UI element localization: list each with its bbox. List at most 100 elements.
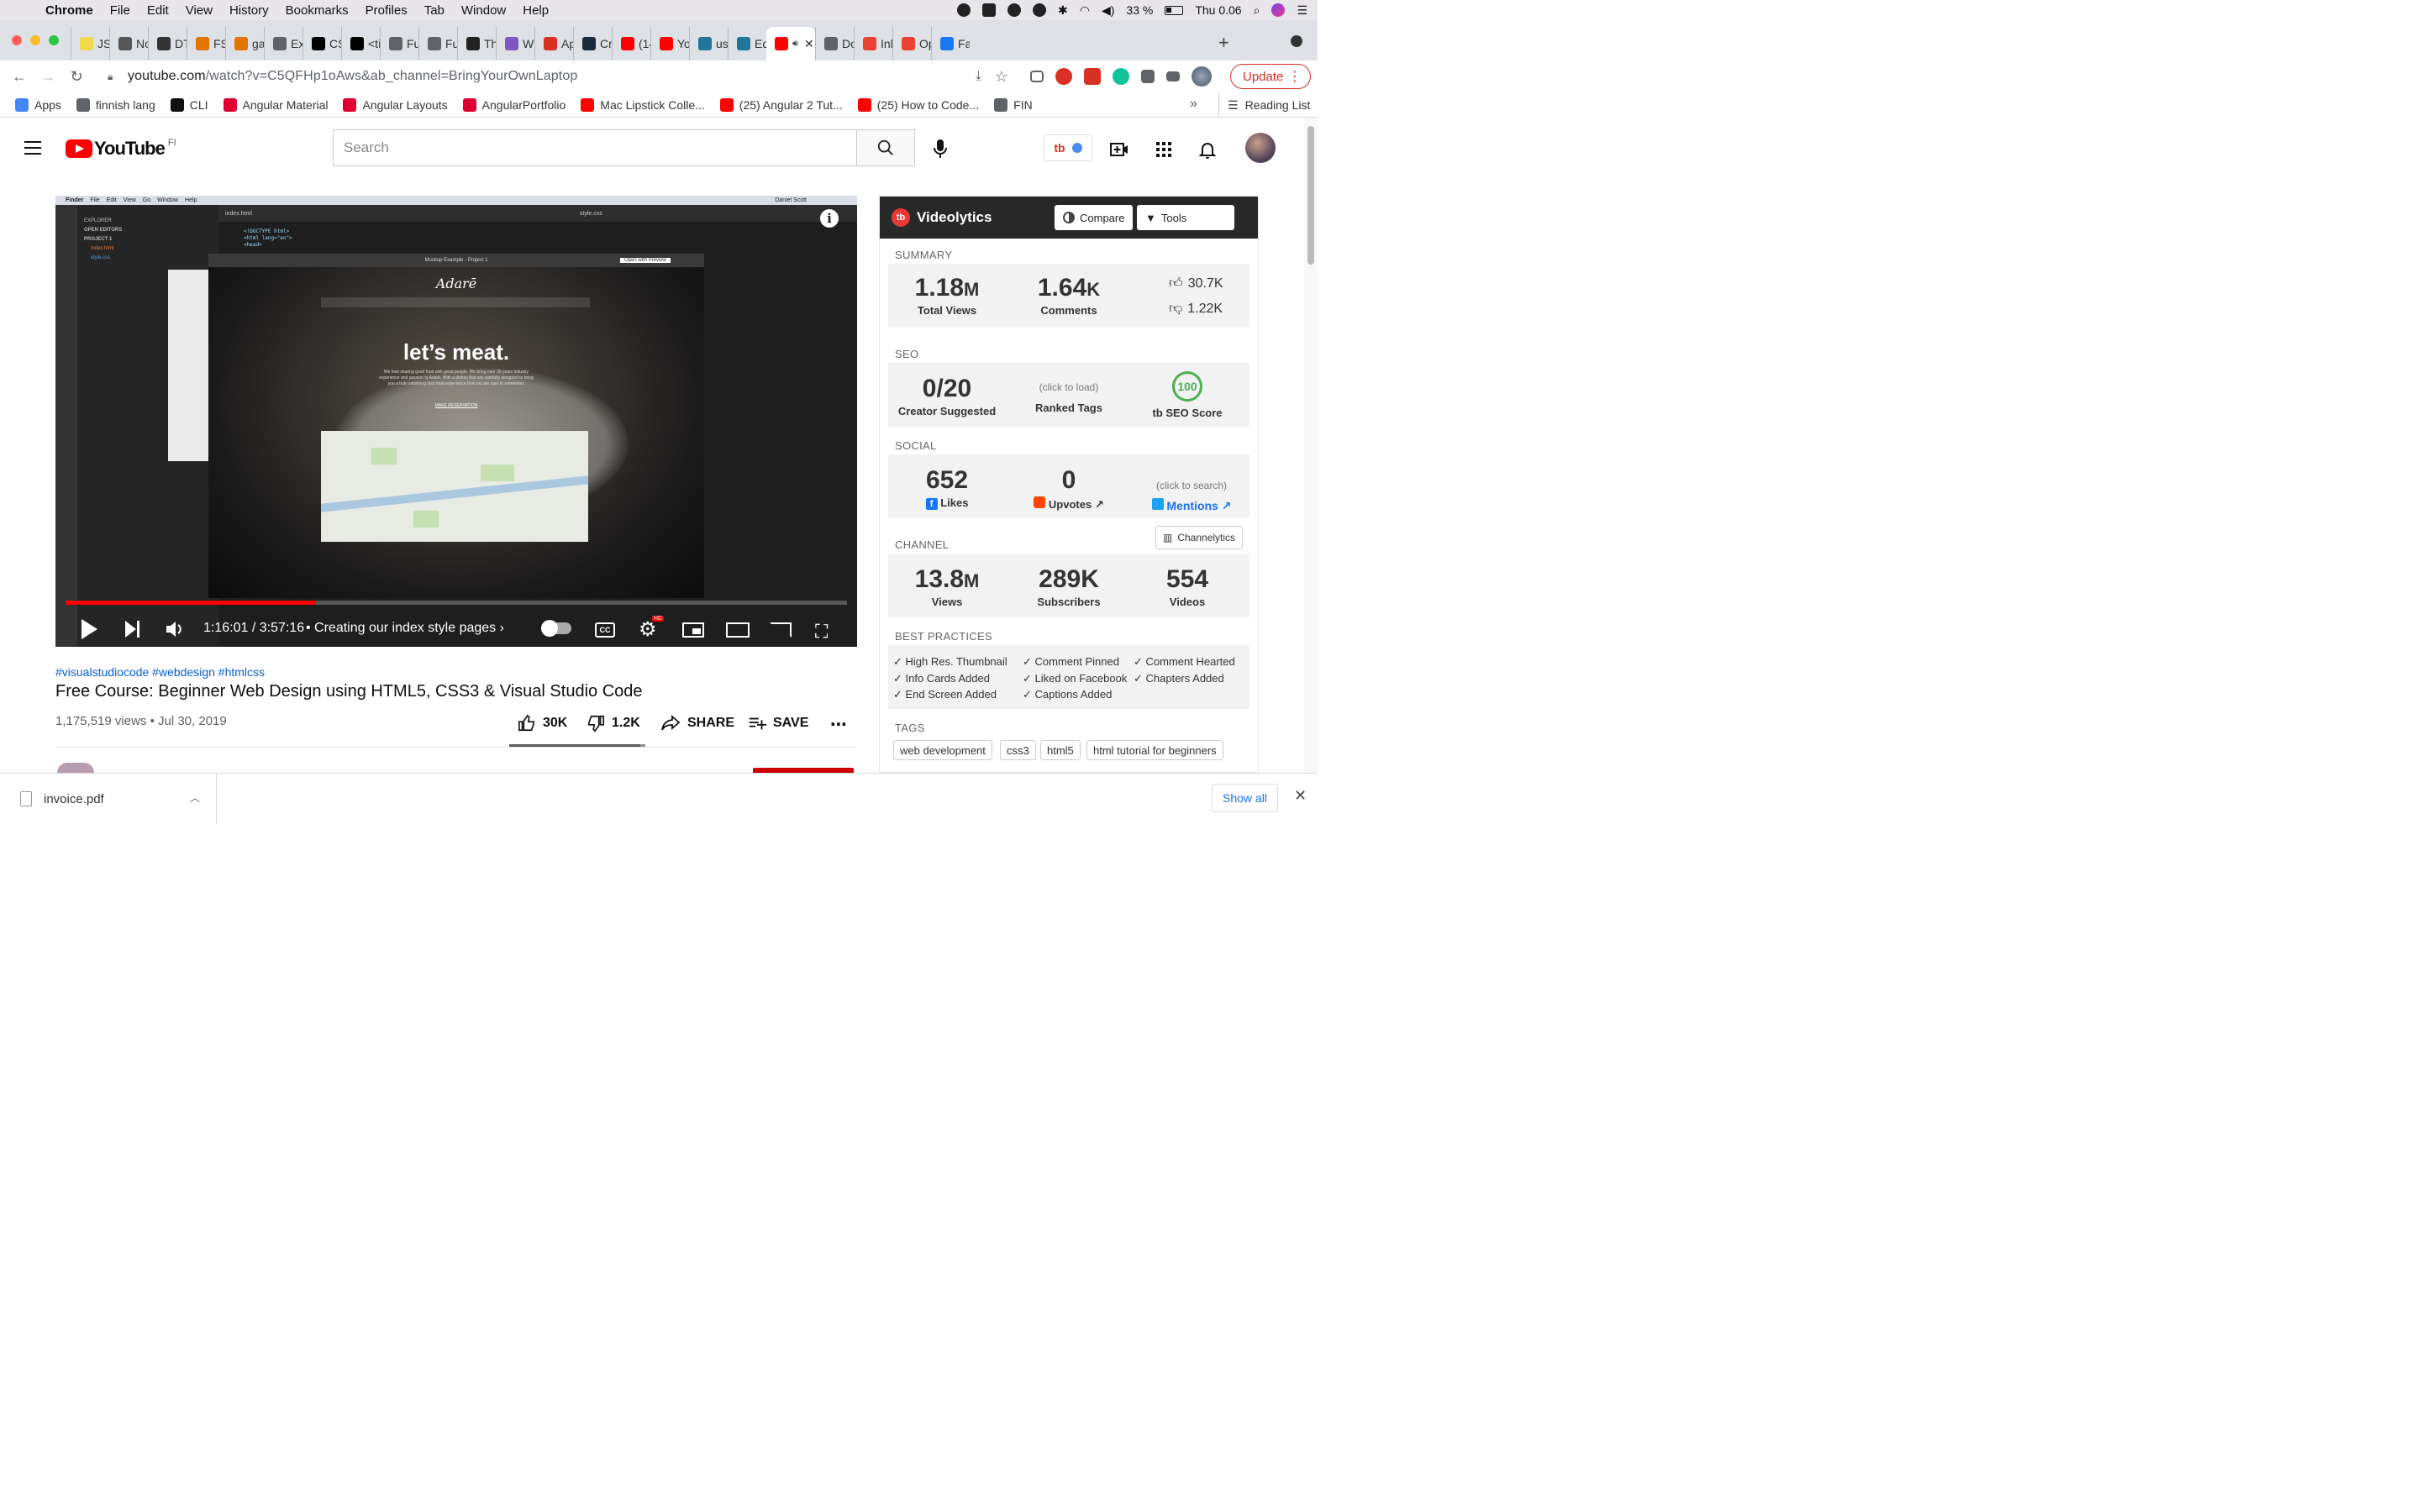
address-bar[interactable]: 🔒︎ youtube.com/watch?v=C5QFHp1oAws&ab_ch… <box>99 63 1015 90</box>
cast-extension-icon[interactable] <box>1030 71 1044 82</box>
menu-profiles[interactable]: Profiles <box>357 3 416 18</box>
info-icon[interactable]: i <box>820 209 839 228</box>
clock[interactable]: Thu 0.06 <box>1195 3 1241 17</box>
theater-mode-icon[interactable] <box>726 622 750 638</box>
notifications-bell-icon[interactable] <box>1197 139 1218 160</box>
status-app-icon[interactable] <box>1033 3 1047 17</box>
minimize-window-button[interactable] <box>30 35 40 45</box>
status-app-icon[interactable] <box>957 3 971 17</box>
new-tab-button[interactable]: + <box>1218 32 1229 54</box>
browser-tab[interactable]: FS <box>187 27 225 60</box>
bookmark-item[interactable]: AngularPortfolio <box>462 97 566 112</box>
profile-avatar[interactable] <box>1192 66 1212 87</box>
browser-tab[interactable]: Inl <box>854 27 892 60</box>
wifi-icon[interactable]: ◠ <box>1080 3 1090 18</box>
reddit-upvotes-stat[interactable]: 0 Upvotes ↗ <box>1023 466 1115 512</box>
status-app-icon[interactable] <box>1007 3 1022 17</box>
browser-tab[interactable]: Fu <box>380 27 418 60</box>
create-video-icon[interactable] <box>1109 139 1129 160</box>
bookmark-item[interactable]: Mac Lipstick Colle... <box>581 97 705 112</box>
ranked-tags-stat[interactable]: (click to load) Ranked Tags <box>1023 381 1115 414</box>
dislike-button[interactable]: 1.2K <box>587 714 640 732</box>
browser-tab[interactable]: Ex <box>264 27 302 60</box>
bookmark-item[interactable]: Apps <box>15 97 61 112</box>
siri-icon[interactable] <box>1271 3 1286 17</box>
browser-tab[interactable]: DT <box>148 27 187 60</box>
save-button[interactable]: SAVE <box>748 714 808 732</box>
menu-tab[interactable]: Tab <box>416 3 453 18</box>
tools-button[interactable]: ▼ Tools <box>1137 205 1234 230</box>
video-progress-bar[interactable] <box>66 601 847 605</box>
close-icon[interactable]: ✕ <box>1294 787 1307 805</box>
bookmark-star-icon[interactable]: ☆ <box>995 68 1008 86</box>
bluetooth-icon[interactable]: ✱ <box>1058 3 1068 18</box>
browser-tab[interactable]: ga <box>225 27 264 60</box>
menu-history[interactable]: History <box>221 3 277 18</box>
youtube-logo[interactable]: YouTube FI <box>66 138 176 160</box>
search-input[interactable]: Search <box>333 129 857 166</box>
browser-tab[interactable]: Do <box>815 27 854 60</box>
video-hashtags[interactable]: #visualstudiocode #webdesign #htmlcss <box>55 665 265 679</box>
browser-tab[interactable]: <ti <box>341 27 380 60</box>
reading-list-button[interactable]: ☰ Reading List <box>1218 92 1310 118</box>
show-all-downloads-button[interactable]: Show all <box>1212 784 1278 812</box>
menu-icon[interactable] <box>24 141 41 155</box>
next-icon[interactable] <box>123 617 143 641</box>
bookmark-item[interactable]: (25) How to Code... <box>857 97 979 112</box>
share-button[interactable]: SHARE <box>660 714 734 732</box>
captions-icon[interactable]: CC <box>595 622 615 638</box>
zoom-window-button[interactable] <box>49 35 59 45</box>
back-button[interactable]: ← <box>5 68 34 86</box>
bookmark-item[interactable]: (25) Angular 2 Tut... <box>719 97 843 112</box>
page-scrollbar[interactable] <box>1304 118 1318 773</box>
audio-playing-icon[interactable]: 🔊︎ <box>792 39 798 50</box>
tubebuddy-button[interactable]: tb <box>1044 134 1092 161</box>
control-center-icon[interactable]: ☰ <box>1297 3 1307 18</box>
menu-view[interactable]: View <box>177 3 221 18</box>
bookmark-item[interactable]: finnish lang <box>76 97 155 112</box>
browser-tab[interactable]: No <box>109 27 148 60</box>
browser-tab[interactable]: CS <box>302 27 341 60</box>
fullscreen-icon[interactable]: ⛶ <box>815 621 828 643</box>
install-icon[interactable]: ⤓ <box>976 69 981 84</box>
volume-icon[interactable] <box>165 617 185 641</box>
video-player[interactable]: Finder File Edit View Go Window Help Daniel Sco… <box>55 196 857 647</box>
browser-tab[interactable]: Op <box>892 27 931 60</box>
tubebuddy-extension-icon[interactable] <box>1084 68 1101 85</box>
tab-search-icon[interactable] <box>1291 35 1302 47</box>
battery-icon[interactable] <box>1165 5 1184 15</box>
browser-tab[interactable]: JS <box>71 27 109 60</box>
cast-icon[interactable] <box>770 622 792 638</box>
menu-window[interactable]: Window <box>453 3 514 18</box>
browser-tab[interactable]: (14 <box>612 27 650 60</box>
browser-tab[interactable]: W <box>496 27 534 60</box>
autoplay-toggle[interactable] <box>541 620 571 637</box>
bookmark-item[interactable]: FIN <box>994 97 1033 112</box>
more-actions-icon[interactable]: ⋯ <box>830 714 847 735</box>
url-text[interactable]: youtube.com/watch?v=C5QFHp1oAws&ab_chann… <box>128 69 577 84</box>
lock-icon[interactable]: 🔒︎ <box>108 71 119 82</box>
browser-tab[interactable]: Fa <box>931 27 970 60</box>
browser-tab-active[interactable]: 🔊︎ ✕ <box>766 27 815 60</box>
chapter-title[interactable]: • Creating our index style pages › <box>306 621 504 636</box>
update-button[interactable]: Update ⋮ <box>1230 64 1311 89</box>
bookmarks-overflow-icon[interactable]: » <box>1190 97 1197 112</box>
bookmark-item[interactable]: Angular Layouts <box>343 97 448 112</box>
browser-tab[interactable]: Th <box>457 27 496 60</box>
tag-chip[interactable]: css3 <box>1000 740 1036 760</box>
compare-button[interactable]: Compare <box>1055 205 1134 230</box>
puzzle-extensions-icon[interactable] <box>1141 70 1155 83</box>
close-window-button[interactable] <box>12 35 22 45</box>
bookmark-item[interactable]: Angular Material <box>223 97 328 112</box>
browser-tab[interactable]: Ap <box>534 27 573 60</box>
reading-mode-icon[interactable] <box>1166 71 1180 81</box>
browser-tab[interactable]: Ed <box>728 27 766 60</box>
bookmark-item[interactable]: CLI <box>170 97 208 112</box>
miniplayer-icon[interactable] <box>682 622 704 638</box>
tag-chip[interactable]: html5 <box>1040 740 1081 760</box>
chevron-up-icon[interactable]: ︿ <box>190 790 200 805</box>
tag-chip[interactable]: web development <box>893 740 992 760</box>
browser-tab[interactable]: Fu <box>418 27 457 60</box>
browser-tab[interactable]: Cr <box>573 27 612 60</box>
menu-file[interactable]: File <box>102 3 139 18</box>
